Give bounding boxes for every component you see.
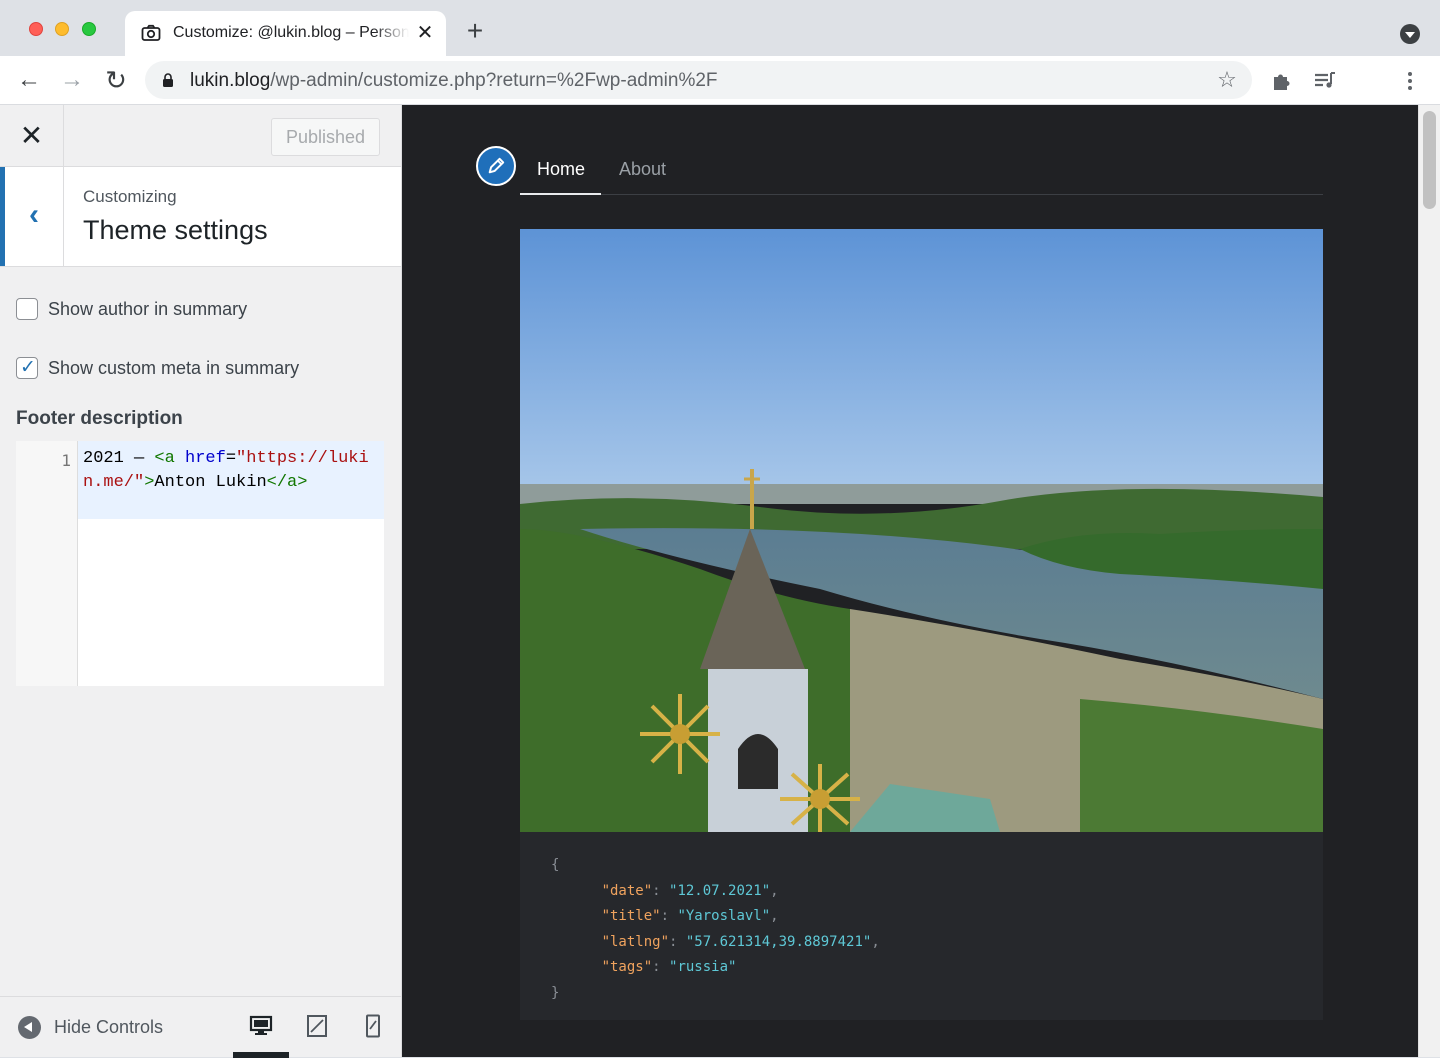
show-author-label[interactable]: Show author in summary	[48, 299, 247, 320]
show-custom-meta-checkbox[interactable]	[16, 356, 38, 379]
show-author-checkbox[interactable]	[16, 298, 38, 320]
footer-code[interactable]: 2021 — <a href="https://lukin.me/">Anton…	[83, 447, 381, 495]
browser-tabstrip: Customize: @lukin.blog – Personal ✕ +	[0, 0, 1440, 56]
site-preview: Home About {"date": "12.07.2021", "titl…	[402, 105, 1440, 1057]
meta-tags-value: "russia"	[669, 959, 737, 975]
kebab-menu-icon[interactable]	[1397, 68, 1423, 94]
show-author-control[interactable]: Show author in summary	[16, 297, 247, 321]
section-title: Theme settings	[83, 215, 268, 245]
scrollbar-thumb[interactable]	[1423, 111, 1436, 209]
puzzle-icon[interactable]	[1269, 68, 1295, 94]
desktop-preview-icon[interactable]	[249, 1014, 273, 1038]
url-text: lukin.blog/wp-admin/customize.php?return…	[190, 70, 718, 92]
code-year: 2021 —	[83, 449, 155, 468]
tablet-preview-icon[interactable]	[305, 1014, 329, 1038]
code-eq: =	[225, 449, 237, 468]
line-number: 1	[61, 451, 71, 470]
hide-controls-label[interactable]: Hide Controls	[54, 1017, 163, 1038]
hide-controls-button[interactable]: Hide Controls	[18, 1015, 163, 1039]
active-device-indicator	[233, 1052, 289, 1058]
customizer-footer: Hide Controls	[0, 996, 401, 1058]
url-host: lukin.blog	[190, 70, 271, 91]
breadcrumb: Customizing	[83, 187, 177, 206]
customizer-header: ✕ Published	[0, 105, 401, 167]
pencil-icon[interactable]	[476, 146, 516, 186]
nav-about-link[interactable]: About	[619, 159, 666, 180]
published-button[interactable]: Published	[271, 118, 380, 156]
footer-description-editor[interactable]: 1 2021 — <a href="https://lukin.me/">Ant…	[16, 441, 384, 686]
browser-toolbar: ← → ↻ lukin.blog/wp-admin/customize.php?…	[0, 56, 1440, 105]
meta-title-value: "Yaroslavl"	[677, 908, 771, 924]
window-close-button[interactable]	[29, 22, 43, 36]
editor-gutter: 1	[16, 441, 78, 686]
nav-home-link[interactable]: Home	[537, 159, 585, 180]
chevron-left-icon[interactable]: ‹	[5, 167, 64, 266]
show-custom-meta-control[interactable]: Show custom meta in summary	[16, 356, 299, 380]
arrow-right-icon[interactable]: →	[58, 66, 86, 94]
meta-latlng-value: "57.621314,39.8897421"	[685, 933, 872, 950]
reload-icon[interactable]: ↻	[102, 66, 130, 94]
meta-tags-key: "tags"	[601, 959, 653, 975]
tab-search-icon[interactable]	[1400, 24, 1420, 44]
footer-description-label: Footer description	[16, 408, 183, 429]
new-tab-button[interactable]: +	[462, 17, 488, 45]
preview-scrollbar[interactable]	[1418, 105, 1440, 1057]
section-header: ‹ Customizing Theme settings	[0, 167, 401, 267]
camera-icon	[141, 24, 161, 41]
customizer-sidebar: ✕ Published ‹ Customizing Theme settings…	[0, 105, 402, 1058]
window-zoom-button[interactable]	[82, 22, 96, 36]
nav-active-underline	[520, 193, 601, 195]
meta-latlng-key: "latlng"	[601, 933, 670, 950]
code-tag-bracket: >	[144, 473, 155, 492]
meta-close-brace: }	[551, 984, 560, 1001]
star-icon[interactable]: ☆	[1215, 68, 1239, 92]
lock-icon	[163, 73, 173, 87]
code-tag-open: <a	[154, 449, 175, 468]
url-path: /wp-admin/customize.php?return=%2Fwp-adm…	[270, 70, 718, 91]
address-bar[interactable]: lukin.blog/wp-admin/customize.php?return…	[145, 61, 1252, 99]
post-custom-meta: { "date": "12.07.2021", "title": "Yarosl…	[520, 832, 1323, 1020]
close-icon[interactable]: ✕	[0, 105, 64, 167]
code-tag-end: </a>	[266, 473, 308, 492]
meta-open-brace: {	[551, 857, 560, 873]
collapse-arrow-icon[interactable]	[18, 1015, 41, 1039]
meta-title-key: "title"	[601, 908, 661, 924]
meta-date-value: "12.07.2021"	[669, 882, 771, 899]
code-text: Anton Lukin	[154, 473, 267, 492]
post-photo[interactable]	[520, 229, 1323, 832]
arrow-left-icon[interactable]: ←	[15, 66, 43, 94]
media-queue-icon[interactable]	[1312, 68, 1338, 94]
window-minimize-button[interactable]	[55, 22, 69, 36]
show-custom-meta-label[interactable]: Show custom meta in summary	[48, 358, 299, 379]
mobile-preview-icon[interactable]	[361, 1014, 385, 1038]
code-attr: href	[185, 449, 226, 468]
custom-meta-json: { "date": "12.07.2021", "title": "Yarosl…	[551, 857, 880, 1001]
tab-title: Customize: @lukin.blog – Personal	[173, 24, 409, 41]
meta-date-key: "date"	[601, 882, 653, 899]
browser-tab-active[interactable]: Customize: @lukin.blog – Personal ✕	[125, 11, 446, 56]
tab-close-icon[interactable]: ✕	[413, 21, 437, 45]
site-navigation: Home About	[520, 145, 1323, 195]
